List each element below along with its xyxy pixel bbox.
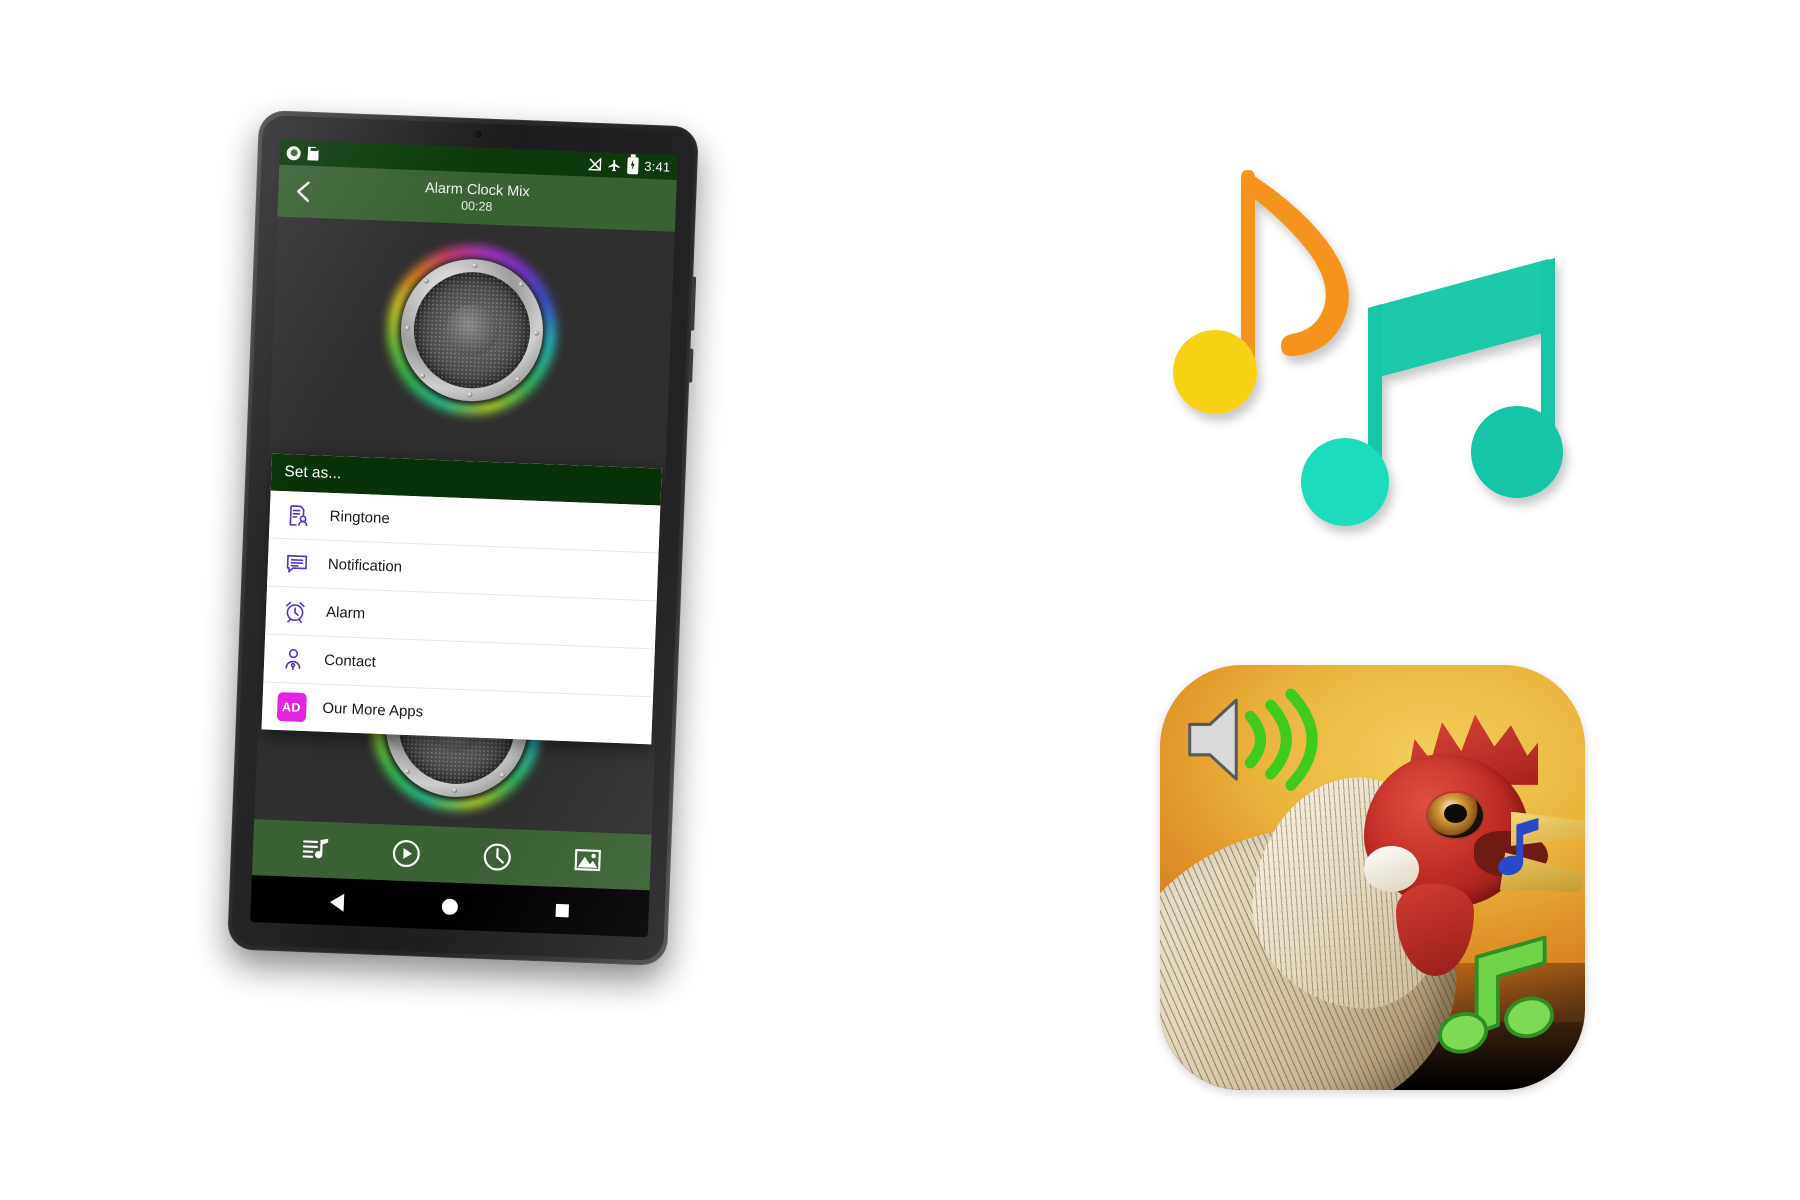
playlist-music-button[interactable] [293, 827, 339, 873]
speaker-graphic-top [384, 243, 560, 418]
play-circle-icon [393, 839, 421, 867]
gallery-button[interactable] [565, 837, 611, 883]
music-notes-illustration [1155, 130, 1605, 550]
status-bar-clock: 3:41 [644, 158, 671, 175]
dialog-item-label: Alarm [325, 603, 366, 623]
sd-card-icon [307, 146, 319, 160]
nav-home-button[interactable] [429, 886, 471, 928]
notification-message-icon [281, 548, 312, 579]
set-as-dialog: Set as... Ringtone Notification Alarm Co… [261, 453, 662, 745]
contact-person-icon [278, 644, 309, 675]
record-dot-icon [286, 145, 301, 160]
teal-note-head-right [1471, 406, 1563, 498]
orange-eighth-note [1173, 170, 1349, 414]
player-body: Set as... Ringtone Notification Alarm Co… [254, 216, 675, 835]
clock-icon [483, 843, 511, 871]
timer-button[interactable] [474, 834, 520, 880]
play-button[interactable] [384, 830, 430, 876]
dialog-item-label: Contact [323, 651, 377, 671]
image-icon [574, 848, 601, 872]
green-music-note-icon [1424, 924, 1564, 1060]
dialog-item-label: Notification [327, 555, 403, 576]
tablet-device: 3:41 Alarm Clock Mix 00:28 Set as... Rin… [227, 109, 699, 967]
orange-note-head [1173, 330, 1257, 414]
track-title: Alarm Clock Mix [424, 180, 530, 201]
back-button[interactable] [280, 169, 326, 215]
status-bar-right-icons: 3:41 [588, 156, 671, 176]
ad-badge-label: AD [276, 691, 307, 723]
back-triangle-icon [329, 892, 345, 912]
volume-button[interactable] [690, 276, 697, 331]
recents-square-icon [555, 903, 570, 918]
home-circle-icon [441, 897, 459, 915]
nav-recents-button[interactable] [542, 890, 584, 932]
teal-note-head-left [1301, 438, 1389, 526]
speaker-volume-icon [1181, 686, 1334, 792]
airplane-mode-icon [607, 158, 622, 173]
battery-charging-icon [626, 157, 639, 175]
rooster-sounds-app-icon[interactable] [1160, 665, 1585, 1090]
no-signal-icon [588, 157, 602, 171]
nav-back-button[interactable] [317, 881, 359, 923]
music-notes-svg [1173, 170, 1563, 526]
alarm-clock-icon [280, 596, 311, 627]
dialog-item-label: Ringtone [329, 507, 391, 528]
tablet-screen: 3:41 Alarm Clock Mix 00:28 Set as... Rin… [250, 139, 678, 938]
chevron-left-icon [296, 181, 310, 202]
ad-badge-icon: AD [276, 691, 307, 723]
power-button[interactable] [688, 348, 694, 383]
status-bar-left-icons [286, 145, 319, 160]
blue-music-note-icon [1496, 814, 1547, 878]
dialog-item-label: Our More Apps [322, 699, 424, 721]
track-duration: 00:28 [460, 198, 493, 214]
ringtone-contact-icon [283, 500, 314, 531]
playlist-music-icon [302, 838, 329, 859]
